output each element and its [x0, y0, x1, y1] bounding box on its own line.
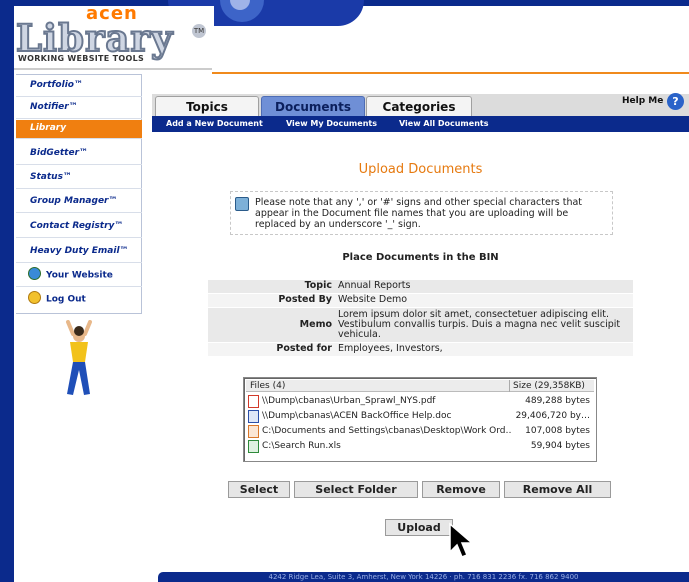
info-row-memo: Memo Lorem ipsum dolor sit amet, consect… — [208, 308, 633, 342]
note-text: Please note that any ',' or '#' signs an… — [255, 197, 583, 230]
file-row[interactable]: C:\Documents and Settings\cbanas\Desktop… — [248, 424, 594, 439]
memo-value: Lorem ipsum dolor sit amet, consectetuer… — [338, 309, 621, 340]
header-rule — [212, 72, 689, 74]
file-list-header: Files (4) Size (29,358KB) — [246, 380, 594, 392]
remove-button[interactable]: Remove — [422, 481, 500, 498]
sidebar-item-label: Group Manager™ — [30, 196, 118, 206]
file-size: 59,904 bytes — [530, 441, 590, 451]
info-row-posted-for: Posted for Employees, Investors, — [208, 343, 633, 356]
sidebar-item-group-manager[interactable]: Group Manager™ — [16, 191, 142, 213]
sidebar-item-label: BidGetter™ — [30, 148, 89, 158]
sidebar-item-label: Heavy Duty Email™ — [30, 246, 129, 256]
sidebar: Portfolio™ Notifier™ Library BidGetter™ … — [16, 74, 142, 314]
sidebar-item-bidgetter[interactable]: BidGetter™ — [16, 143, 142, 165]
logo-divider — [14, 68, 212, 70]
file-name: \\Dump\cbanas\Urban_Sprawl_NYS.pdf — [262, 396, 436, 406]
pdf-icon — [248, 395, 259, 408]
tab-categories[interactable]: Categories — [366, 96, 472, 116]
file-name: C:\Documents and Settings\cbanas\Desktop… — [262, 426, 512, 436]
posted-by-label: Posted By — [278, 294, 332, 305]
info-row-topic: Topic Annual Reports — [208, 280, 633, 293]
trademark-badge: TM — [192, 24, 206, 38]
sidebar-item-log-out[interactable]: Log Out — [16, 289, 142, 311]
sidebar-item-heavy-duty-email[interactable]: Heavy Duty Email™ — [16, 241, 142, 263]
sidebar-item-label: Library — [30, 123, 67, 133]
section-title: Place Documents in the BIN — [342, 252, 499, 263]
globe-icon — [28, 267, 41, 280]
file-size: 29,406,720 by… — [515, 411, 590, 421]
help-icon[interactable]: ? — [667, 93, 684, 110]
sidebar-item-portfolio[interactable]: Portfolio™ — [16, 75, 142, 97]
select-folder-button[interactable]: Select Folder — [294, 481, 418, 498]
sidebar-item-status[interactable]: Status™ — [16, 167, 142, 189]
view-all-documents-link[interactable]: View All Documents — [399, 117, 488, 131]
info-row-posted-by: Posted By Website Demo — [208, 294, 633, 307]
sidebar-item-label: Contact Registry™ — [30, 221, 124, 231]
help-label[interactable]: Help Me — [622, 96, 663, 106]
file-list[interactable]: Files (4) Size (29,358KB) \\Dump\cbanas\… — [243, 377, 597, 462]
logo-tagline: WORKING WEBSITE TOOLS — [18, 54, 145, 63]
file-size: 489,288 bytes — [525, 396, 590, 406]
posted-for-label: Posted for — [276, 343, 332, 354]
mascot-figure — [66, 320, 92, 395]
sidebar-item-label: Status™ — [30, 172, 72, 182]
sidebar-item-contact-registry[interactable]: Contact Registry™ — [16, 216, 142, 238]
posted-for-value: Employees, Investors, — [338, 343, 443, 354]
powerpoint-icon — [248, 425, 259, 438]
sidebar-item-label: Log Out — [46, 294, 86, 305]
sidebar-item-library[interactable]: Library — [16, 120, 142, 139]
note-icon — [235, 197, 249, 211]
size-column-header[interactable]: Size (29,358KB) — [513, 381, 585, 391]
upload-button[interactable]: Upload — [385, 519, 453, 536]
left-frame — [0, 0, 14, 582]
mouse-cursor-icon — [449, 522, 474, 558]
topic-value: Annual Reports — [338, 280, 411, 291]
posted-by-value: Website Demo — [338, 294, 408, 305]
filename-note: Please note that any ',' or '#' signs an… — [230, 191, 613, 235]
sidebar-item-label: Notifier™ — [30, 102, 78, 112]
file-row[interactable]: \\Dump\cbanas\ACEN BackOffice Help.doc 2… — [248, 409, 594, 424]
tab-topics[interactable]: Topics — [155, 96, 259, 116]
view-my-documents-link[interactable]: View My Documents — [286, 117, 377, 131]
file-row[interactable]: \\Dump\cbanas\Urban_Sprawl_NYS.pdf 489,2… — [248, 394, 594, 409]
footer-address: 4242 Ridge Lea, Suite 3, Amherst, New Yo… — [158, 572, 689, 582]
sidebar-item-label: Portfolio™ — [30, 80, 83, 90]
file-name: C:\Search Run.xls — [262, 441, 341, 451]
topic-label: Topic — [304, 280, 332, 291]
logo: acen Library TM WORKING WEBSITE TOOLS — [14, 3, 214, 68]
file-name: \\Dump\cbanas\ACEN BackOffice Help.doc — [262, 411, 452, 421]
page-title: Upload Documents — [358, 162, 483, 177]
files-column-header[interactable]: Files (4) — [250, 381, 285, 391]
select-button[interactable]: Select — [228, 481, 290, 498]
sidebar-item-notifier[interactable]: Notifier™ — [16, 97, 142, 119]
logout-icon — [28, 291, 41, 304]
word-icon — [248, 410, 259, 423]
remove-all-button[interactable]: Remove All — [504, 481, 611, 498]
sidebar-item-label: Your Website — [46, 270, 113, 281]
file-size: 107,008 bytes — [525, 426, 590, 436]
excel-icon — [248, 440, 259, 453]
add-new-document-link[interactable]: Add a New Document — [166, 117, 263, 131]
logo-library: Library — [15, 16, 174, 60]
sidebar-item-your-website[interactable]: Your Website — [16, 265, 142, 287]
file-row[interactable]: C:\Search Run.xls 59,904 bytes — [248, 439, 594, 454]
tab-documents[interactable]: Documents — [261, 96, 365, 116]
memo-label: Memo — [299, 319, 332, 330]
